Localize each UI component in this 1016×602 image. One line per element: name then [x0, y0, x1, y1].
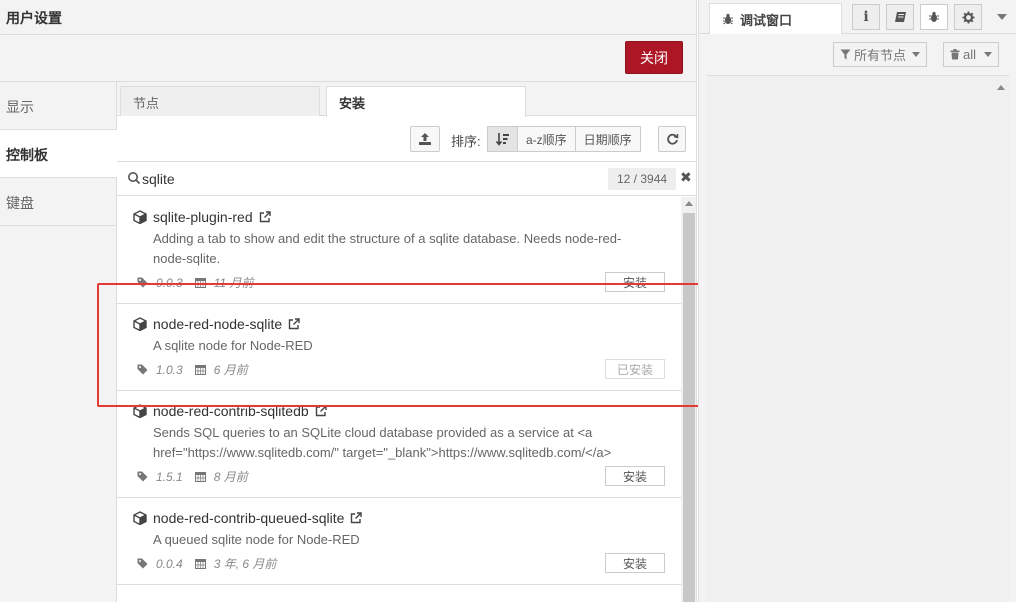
close-button[interactable]: 关闭 — [625, 41, 683, 74]
side-item-view[interactable]: 显示 — [0, 82, 116, 130]
package-description: Adding a tab to show and edit the struct… — [153, 231, 622, 266]
info-icon: i — [863, 9, 869, 25]
side-item-palette[interactable]: 控制板 — [0, 130, 117, 178]
bug-icon — [929, 11, 939, 22]
settings-side-nav: 显示 控制板 键盘 — [0, 82, 117, 602]
debug-sidebar: 调试窗口 i 所有节点 all — [698, 0, 1016, 602]
gear-icon — [962, 11, 974, 23]
tab-install[interactable]: 安装 — [326, 86, 526, 117]
bug-icon — [723, 13, 733, 25]
installed-button: 已安装 — [605, 359, 665, 379]
refresh-button[interactable] — [658, 126, 686, 152]
result-count-badge: 12 / 3944 — [608, 168, 677, 190]
package-name: node-red-contrib-queued-sqlite — [153, 510, 345, 526]
chevron-down-icon — [984, 52, 993, 57]
package-updated: 8 月前 — [213, 470, 248, 484]
calendar-icon — [194, 278, 206, 288]
package-version: 0.0.3 — [156, 275, 183, 290]
tab-help[interactable] — [886, 4, 914, 30]
upload-icon — [419, 133, 431, 145]
palette-content: 节点 安装 排序: a-z顺序 日期顺序 sqlite 12 / 3944 ✖ … — [117, 82, 696, 602]
filter-nodes-dropdown[interactable]: 所有节点 — [833, 42, 928, 67]
scroll-thumb[interactable] — [683, 213, 695, 602]
search-row: 12 / 3944 ✖ — [117, 162, 696, 196]
package-icon — [133, 210, 147, 224]
package-updated: 6 月前 — [213, 363, 248, 377]
package-description: Sends SQL queries to an SQLite cloud dat… — [153, 425, 612, 460]
external-link-icon[interactable] — [350, 512, 363, 524]
package-version: 1.5.1 — [156, 469, 183, 484]
tag-icon — [137, 277, 148, 288]
tab-config[interactable] — [954, 4, 982, 30]
package-name: node-red-contrib-sqlitedb — [153, 403, 309, 419]
sort-relevance-button[interactable] — [487, 126, 518, 152]
tab-debug-icon[interactable] — [920, 4, 948, 30]
search-input[interactable] — [142, 169, 582, 189]
sort-icon — [496, 133, 509, 146]
debug-tab-label: 调试窗口 — [740, 12, 793, 28]
package-list: sqlite-plugin-red Adding a tab to show a… — [117, 197, 681, 602]
tab-info[interactable]: i — [852, 4, 880, 30]
package-version: 1.0.3 — [156, 362, 183, 377]
calendar-icon — [194, 559, 206, 569]
install-toolbar: 排序: a-z顺序 日期顺序 — [117, 116, 696, 162]
calendar-icon — [194, 365, 206, 375]
tag-icon — [137, 471, 148, 482]
package-name: node-red-node-sqlite — [153, 316, 283, 332]
scroll-up-arrow-icon[interactable] — [997, 85, 1005, 90]
trash-icon — [950, 49, 960, 60]
package-description: A sqlite node for Node-RED — [153, 338, 313, 353]
calendar-icon — [194, 472, 206, 482]
list-item: node-red-contrib-queued-sqlite A queued … — [117, 498, 681, 585]
palette-tabs: 节点 安装 — [117, 82, 696, 117]
dialog-title: 用户设置 — [0, 0, 696, 35]
install-button[interactable]: 安装 — [605, 466, 665, 486]
side-item-keyboard[interactable]: 键盘 — [0, 178, 116, 226]
book-icon — [894, 12, 906, 22]
package-version: 0.0.4 — [156, 556, 183, 571]
sort-button-group: a-z顺序 日期顺序 — [487, 126, 641, 152]
upload-button[interactable] — [410, 126, 440, 152]
filter-icon — [840, 49, 851, 60]
package-name: sqlite-plugin-red — [153, 209, 253, 225]
list-item: node-red-contrib-sqlitedb Sends SQL quer… — [117, 391, 681, 498]
clear-debug-dropdown[interactable]: all — [943, 42, 1000, 67]
debug-toolbar: 所有节点 all — [707, 34, 1009, 76]
sidebar-tabs: 调试窗口 i — [699, 0, 1016, 34]
package-updated: 3 年, 6 月前 — [213, 557, 277, 571]
tag-icon — [137, 558, 148, 569]
clear-search-icon[interactable]: ✖ — [680, 169, 692, 186]
filter-nodes-label: 所有节点 — [854, 48, 907, 63]
package-updated: 11 月前 — [213, 276, 254, 290]
debug-message-area — [707, 76, 1009, 602]
search-icon — [128, 172, 141, 185]
list-item: node-red-node-sqlite A sqlite node for N… — [117, 304, 681, 391]
user-settings-dialog: 用户设置 关闭 显示 控制板 键盘 节点 安装 排序: a-z顺序 日期顺序 s… — [0, 0, 697, 602]
tab-debug[interactable]: 调试窗口 — [709, 3, 842, 34]
sort-az-button[interactable]: a-z顺序 — [517, 126, 576, 152]
external-link-icon[interactable] — [288, 318, 300, 330]
package-description: A queued sqlite node for Node-RED — [153, 532, 360, 547]
package-list-scrollbar[interactable] — [681, 197, 696, 602]
package-icon — [133, 317, 147, 331]
tab-nodes[interactable]: 节点 — [120, 86, 320, 116]
sidebar-menu-chevron-down-icon[interactable] — [997, 14, 1007, 20]
chevron-down-icon — [912, 52, 921, 57]
install-button[interactable]: 安装 — [605, 553, 665, 573]
filter-all-label: all — [963, 47, 977, 62]
scroll-up-arrow-icon[interactable] — [685, 201, 693, 206]
debug-scrollbar[interactable] — [993, 76, 1009, 602]
list-item: sqlite-plugin-red Adding a tab to show a… — [117, 197, 681, 304]
dialog-button-bar: 关闭 — [0, 35, 696, 82]
package-icon — [133, 511, 147, 525]
external-link-icon[interactable] — [259, 211, 271, 223]
refresh-icon — [666, 133, 678, 145]
tag-icon — [137, 364, 148, 375]
external-link-icon[interactable] — [315, 405, 327, 417]
sort-date-button[interactable]: 日期顺序 — [574, 126, 641, 152]
install-button[interactable]: 安装 — [605, 272, 665, 292]
sort-label: 排序: — [451, 134, 481, 149]
package-icon — [133, 404, 147, 418]
